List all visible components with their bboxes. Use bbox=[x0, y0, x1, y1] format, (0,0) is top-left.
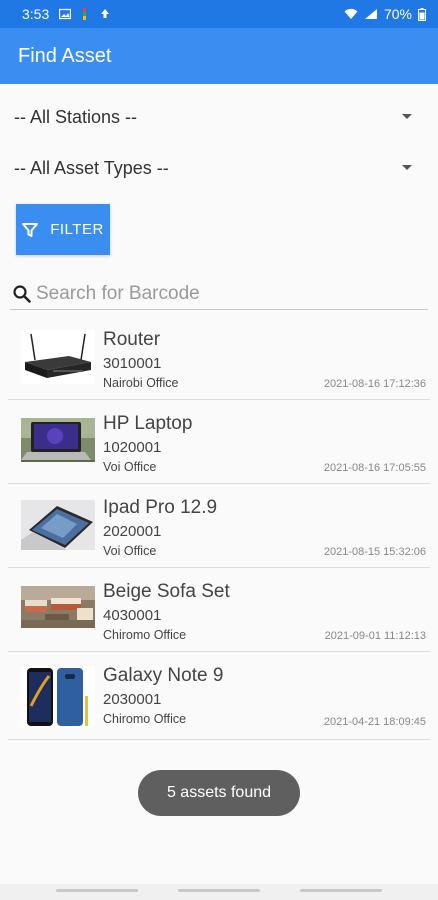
results-toast: 5 assets found bbox=[138, 770, 300, 816]
asset-name: Router bbox=[103, 329, 161, 350]
nav-back-button[interactable] bbox=[300, 889, 382, 892]
asset-name: HP Laptop bbox=[103, 413, 193, 434]
dropdown-arrow-icon bbox=[402, 114, 412, 119]
nav-recents-button[interactable] bbox=[56, 889, 138, 892]
asset-type-dropdown-value: -- All Asset Types -- bbox=[14, 157, 169, 178]
laptop-thumbnail bbox=[21, 418, 95, 462]
asset-office: Chiromo Office bbox=[103, 628, 187, 642]
asset-list-item[interactable]: HP Laptop 1020001 Voi Office 2021-08-16 … bbox=[8, 400, 430, 484]
battery-percent: 70% bbox=[383, 6, 412, 22]
google-icon bbox=[83, 8, 87, 20]
phone-thumbnail bbox=[21, 666, 95, 728]
asset-list-item[interactable]: Galaxy Note 9 2030001 Chiromo Office 202… bbox=[8, 652, 430, 740]
station-dropdown[interactable]: -- All Stations -- bbox=[14, 100, 424, 134]
asset-barcode: 1020001 bbox=[103, 439, 162, 456]
page-title: Find Asset bbox=[18, 44, 112, 67]
dropdown-arrow-icon bbox=[402, 165, 412, 170]
asset-office: Voi Office bbox=[103, 460, 157, 474]
funnel-icon bbox=[22, 222, 39, 237]
asset-name: Galaxy Note 9 bbox=[103, 665, 224, 686]
signal-icon bbox=[364, 9, 377, 19]
asset-barcode: 2020001 bbox=[103, 523, 162, 540]
asset-timestamp: 2021-04-21 18:09:45 bbox=[323, 716, 426, 728]
system-nav-bar bbox=[0, 884, 438, 900]
asset-office: Nairobi Office bbox=[103, 376, 179, 390]
upload-icon bbox=[101, 9, 110, 18]
filter-button-label: FILTER bbox=[50, 221, 104, 238]
search-bar bbox=[10, 278, 428, 310]
asset-timestamp: 2021-08-16 17:12:36 bbox=[323, 378, 426, 390]
asset-office: Voi Office bbox=[103, 544, 157, 558]
app-bar: Find Asset bbox=[0, 28, 438, 84]
asset-timestamp: 2021-08-16 17:05:55 bbox=[323, 462, 426, 474]
asset-office: Chiromo Office bbox=[103, 712, 187, 726]
asset-name: Beige Sofa Set bbox=[103, 581, 230, 602]
search-icon bbox=[10, 284, 34, 304]
asset-barcode: 4030001 bbox=[103, 607, 162, 624]
asset-type-dropdown[interactable]: -- All Asset Types -- bbox=[14, 151, 424, 185]
asset-list-item[interactable]: Router 3010001 Nairobi Office 2021-08-16… bbox=[8, 316, 430, 400]
asset-name: Ipad Pro 12.9 bbox=[103, 497, 218, 518]
gallery-icon bbox=[59, 8, 72, 20]
sofa-thumbnail bbox=[21, 586, 95, 628]
wifi-icon bbox=[344, 8, 358, 19]
router-thumbnail bbox=[21, 330, 95, 384]
nav-home-button[interactable] bbox=[178, 889, 260, 892]
asset-list-item[interactable]: Beige Sofa Set 4030001 Chiromo Office 20… bbox=[8, 568, 430, 652]
asset-barcode: 2030001 bbox=[103, 691, 162, 708]
asset-list: Router 3010001 Nairobi Office 2021-08-16… bbox=[8, 316, 430, 740]
tablet-thumbnail bbox=[21, 500, 95, 550]
asset-list-item[interactable]: Ipad Pro 12.9 2020001 Voi Office 2021-08… bbox=[8, 484, 430, 568]
station-dropdown-value: -- All Stations -- bbox=[14, 106, 138, 127]
asset-timestamp: 2021-09-01 11:12:13 bbox=[324, 630, 426, 642]
asset-timestamp: 2021-08-15 15:32:06 bbox=[323, 546, 426, 558]
status-bar: 3:53 70% bbox=[0, 0, 438, 28]
status-time: 3:53 bbox=[22, 6, 50, 22]
asset-barcode: 3010001 bbox=[103, 355, 162, 372]
battery-icon bbox=[418, 7, 426, 21]
filter-button[interactable]: FILTER bbox=[16, 204, 110, 255]
barcode-search-input[interactable] bbox=[36, 282, 416, 305]
